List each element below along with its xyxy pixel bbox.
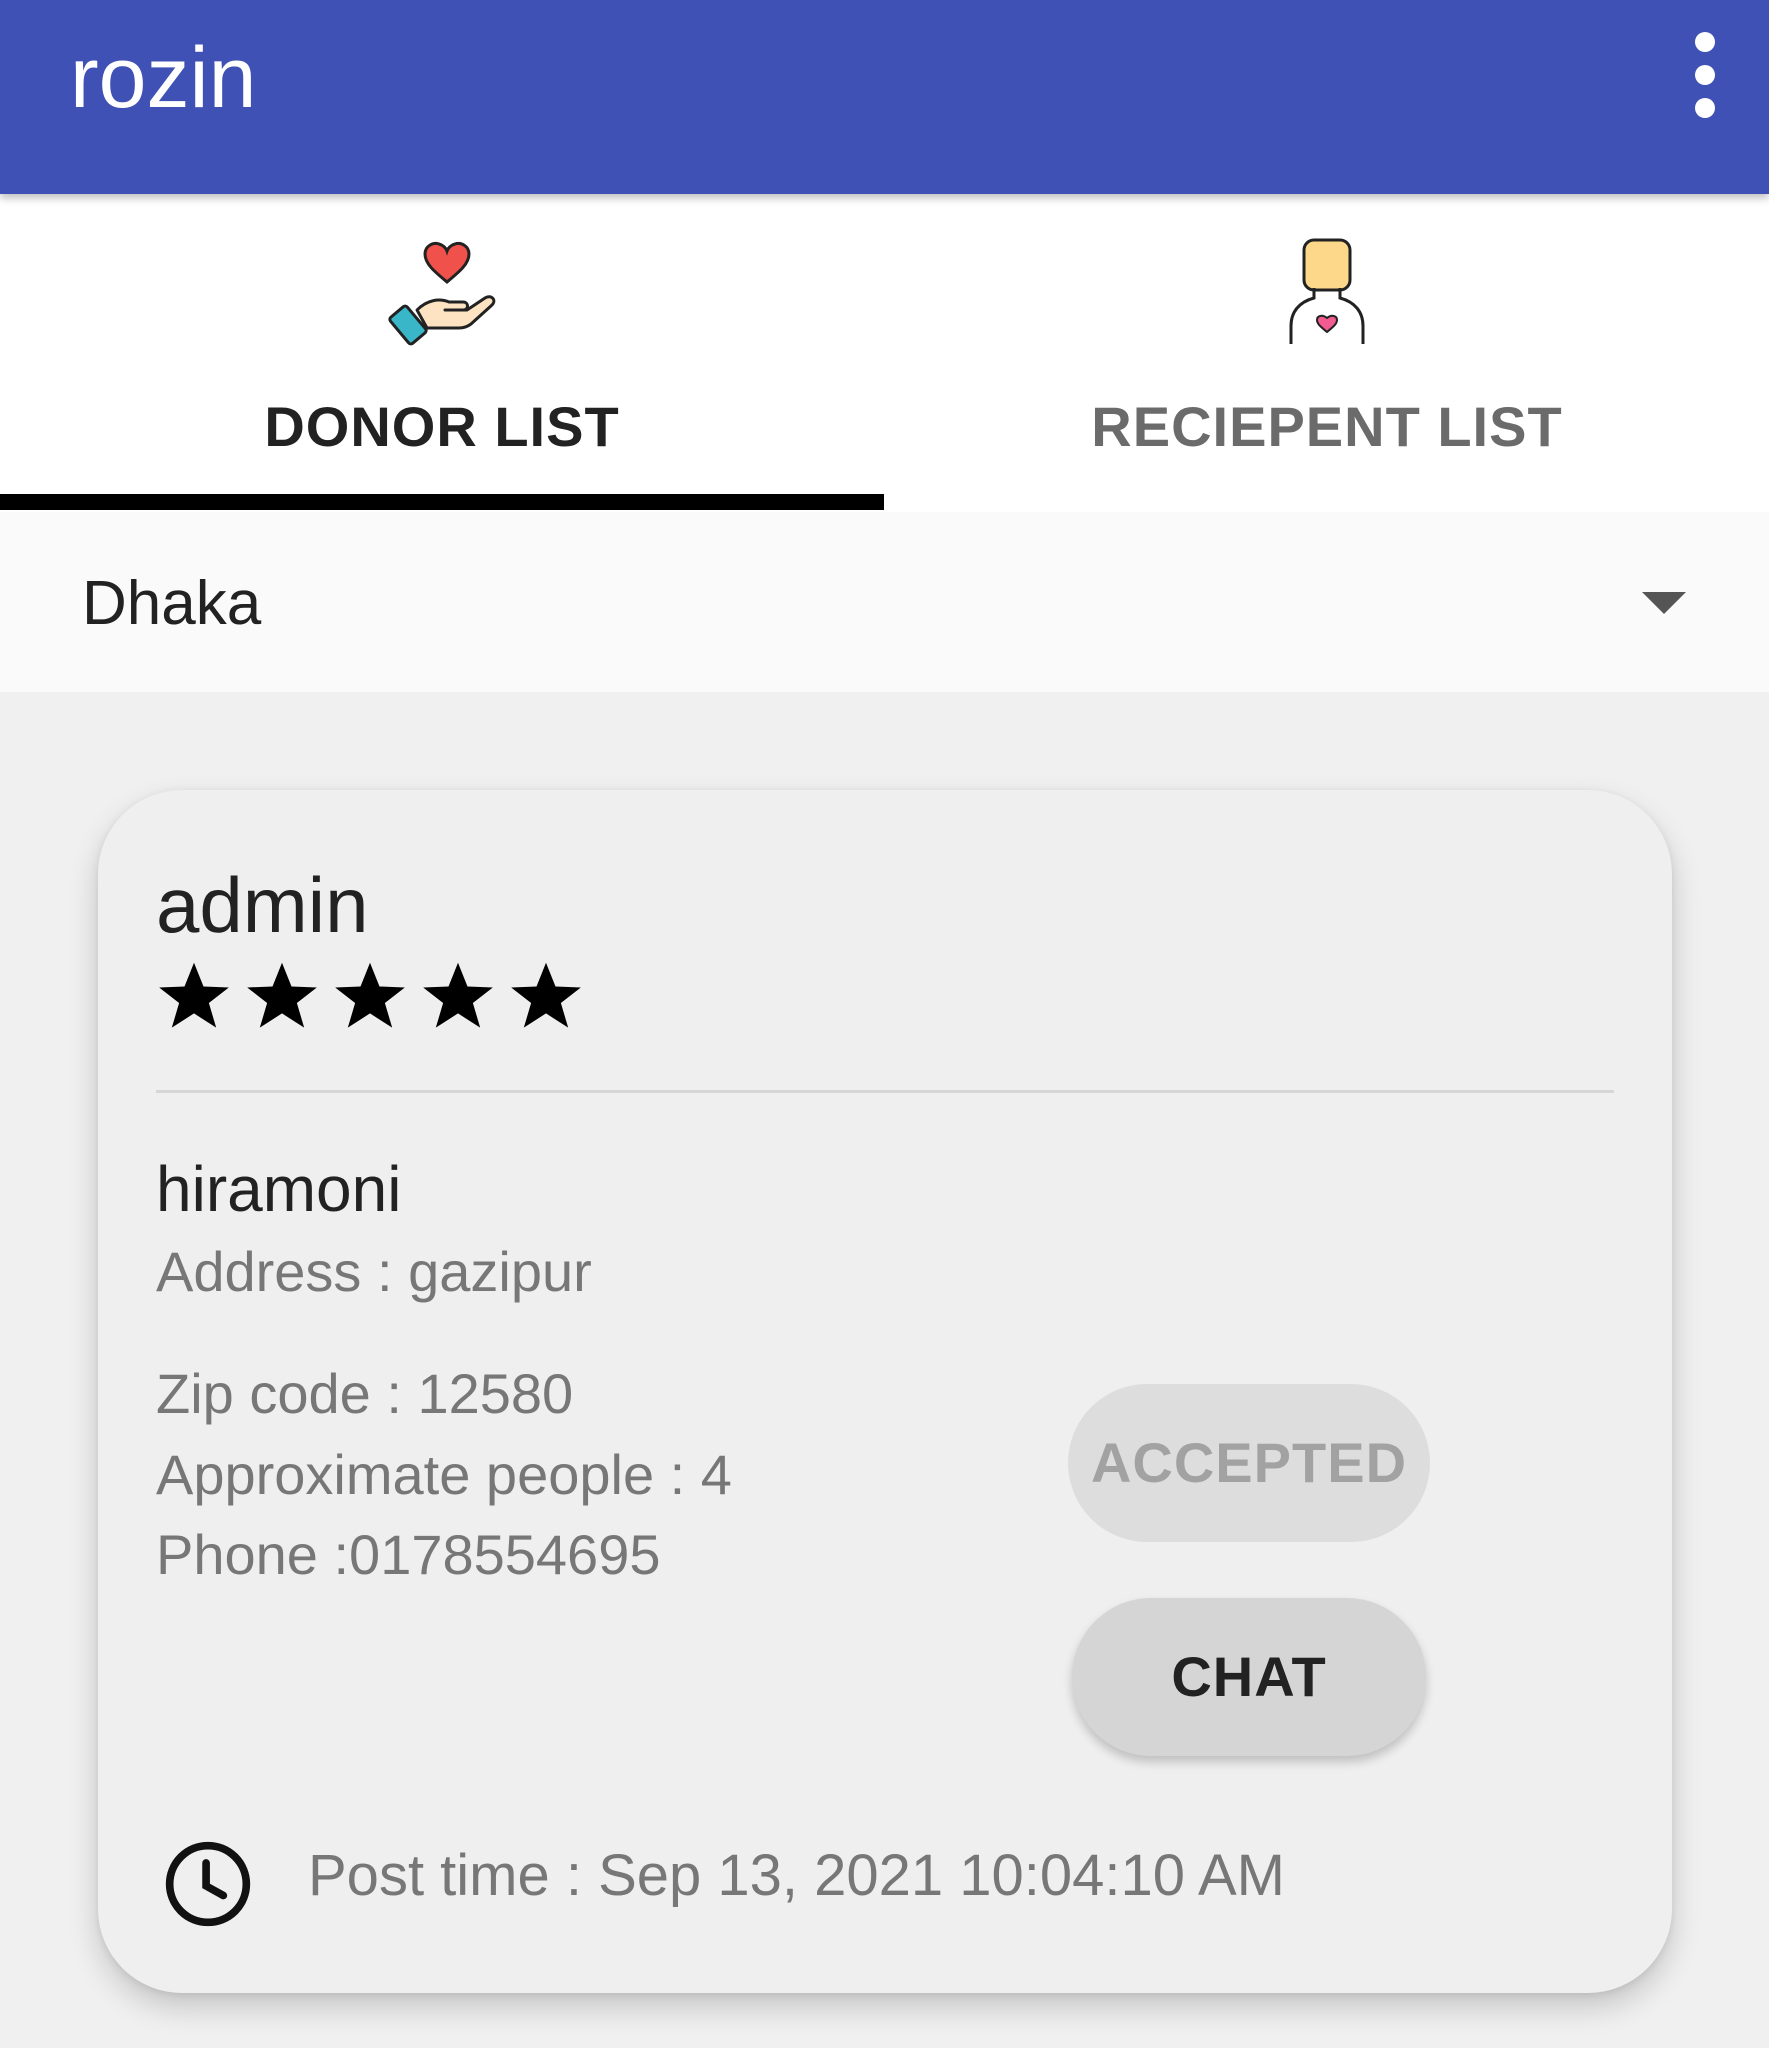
- accepted-button[interactable]: ACCEPTED: [1068, 1384, 1430, 1542]
- tab-recipient-list[interactable]: RECIEPENT LIST: [885, 194, 1769, 512]
- recipient-person-icon: [1289, 238, 1365, 344]
- star-icon: [423, 962, 493, 1028]
- address-text: Address : gazipur: [156, 1240, 592, 1303]
- dropdown-arrow-icon[interactable]: [1642, 592, 1686, 614]
- phone-text: Phone :0178554695: [156, 1523, 661, 1586]
- tab-donor-list[interactable]: DONOR LIST: [0, 194, 884, 512]
- heart-hand-icon: [388, 242, 496, 346]
- star-icon: [335, 962, 405, 1028]
- zip-code-text: Zip code : 12580: [156, 1362, 574, 1425]
- app-title: rozin: [70, 30, 257, 126]
- app-bar: rozin: [0, 0, 1769, 194]
- rating-stars: [156, 958, 584, 1034]
- clock-icon: [165, 1841, 251, 1927]
- tab-bar: DONOR LIST RECIEPENT LIST: [0, 194, 1769, 512]
- card-title: admin: [156, 861, 369, 949]
- tab-recipient-label: RECIEPENT LIST: [1091, 395, 1563, 458]
- approximate-people-text: Approximate people : 4: [156, 1443, 732, 1506]
- star-icon: [247, 962, 317, 1028]
- more-vert-icon[interactable]: [1675, 30, 1735, 120]
- post-time-text: Post time : Sep 13, 2021 10:04:10 AM: [308, 1843, 1285, 1908]
- location-value: Dhaka: [82, 569, 262, 638]
- location-spinner[interactable]: Dhaka: [0, 512, 1769, 692]
- star-icon: [511, 962, 581, 1028]
- star-icon: [159, 962, 229, 1028]
- card-divider: [156, 1090, 1614, 1093]
- chat-button[interactable]: CHAT: [1072, 1598, 1426, 1756]
- donor-name: hiramoni: [156, 1153, 402, 1225]
- tab-indicator: [0, 494, 884, 510]
- donation-card: admin hiramoni Address : gazipur Zip cod…: [98, 790, 1672, 1993]
- tab-donor-label: DONOR LIST: [264, 395, 620, 458]
